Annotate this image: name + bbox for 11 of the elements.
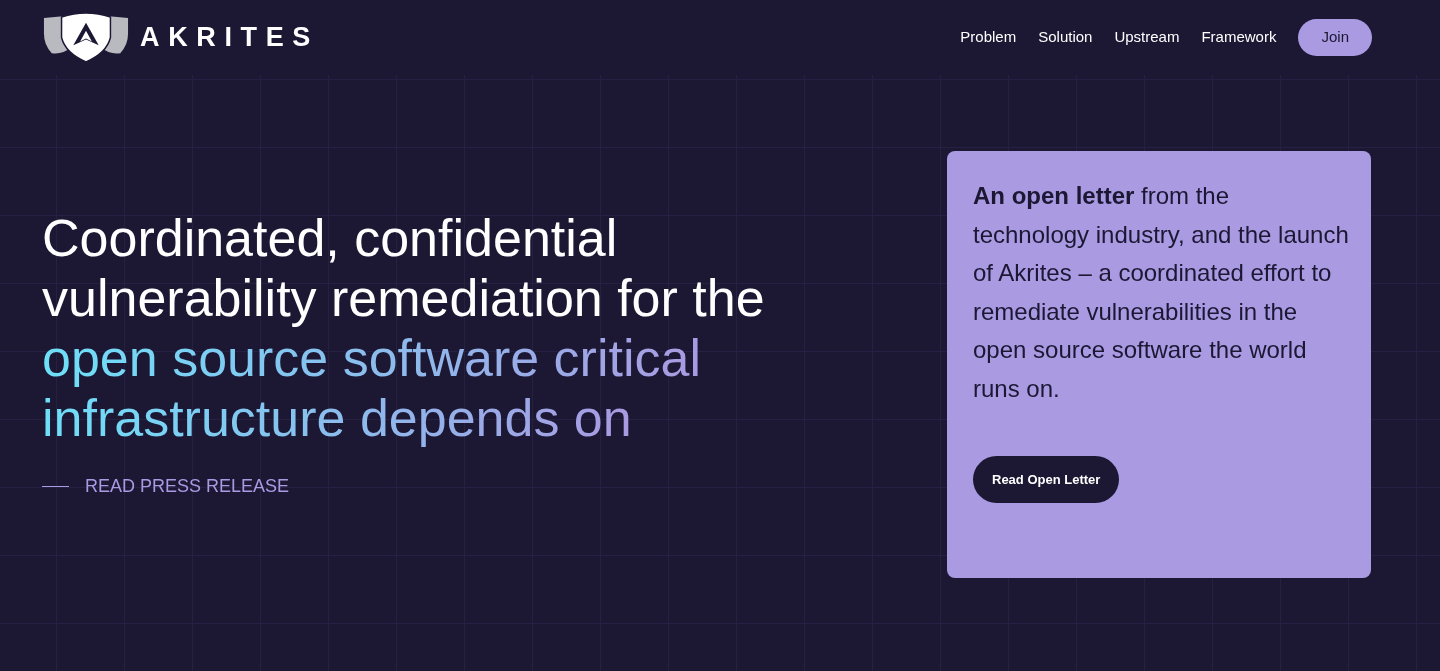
hero-heading: Coordinated, confidential vulnerability remediation for the open source software critical infrastructure depends on <box>42 208 766 448</box>
press-release-link[interactable]: READ PRESS RELEASE <box>85 473 290 500</box>
read-letter-button[interactable]: Read Open Letter <box>973 456 1120 503</box>
join-button[interactable]: Join <box>1298 19 1372 56</box>
nav-link[interactable]: Solution <box>1038 26 1093 49</box>
letter-text: An open letter from the technology industry, and the launch of Akrites – a coordinated effort to remediate vulnerabilities in the open source software the world runs on. <box>973 181 1349 404</box>
nav-link[interactable]: Framework <box>1201 26 1277 49</box>
nav-link[interactable]: Problem <box>960 26 1017 49</box>
nav-link[interactable]: Upstream <box>1114 26 1180 49</box>
shield-icon <box>42 12 130 63</box>
logo-wordmark: AKRITES <box>140 24 319 51</box>
